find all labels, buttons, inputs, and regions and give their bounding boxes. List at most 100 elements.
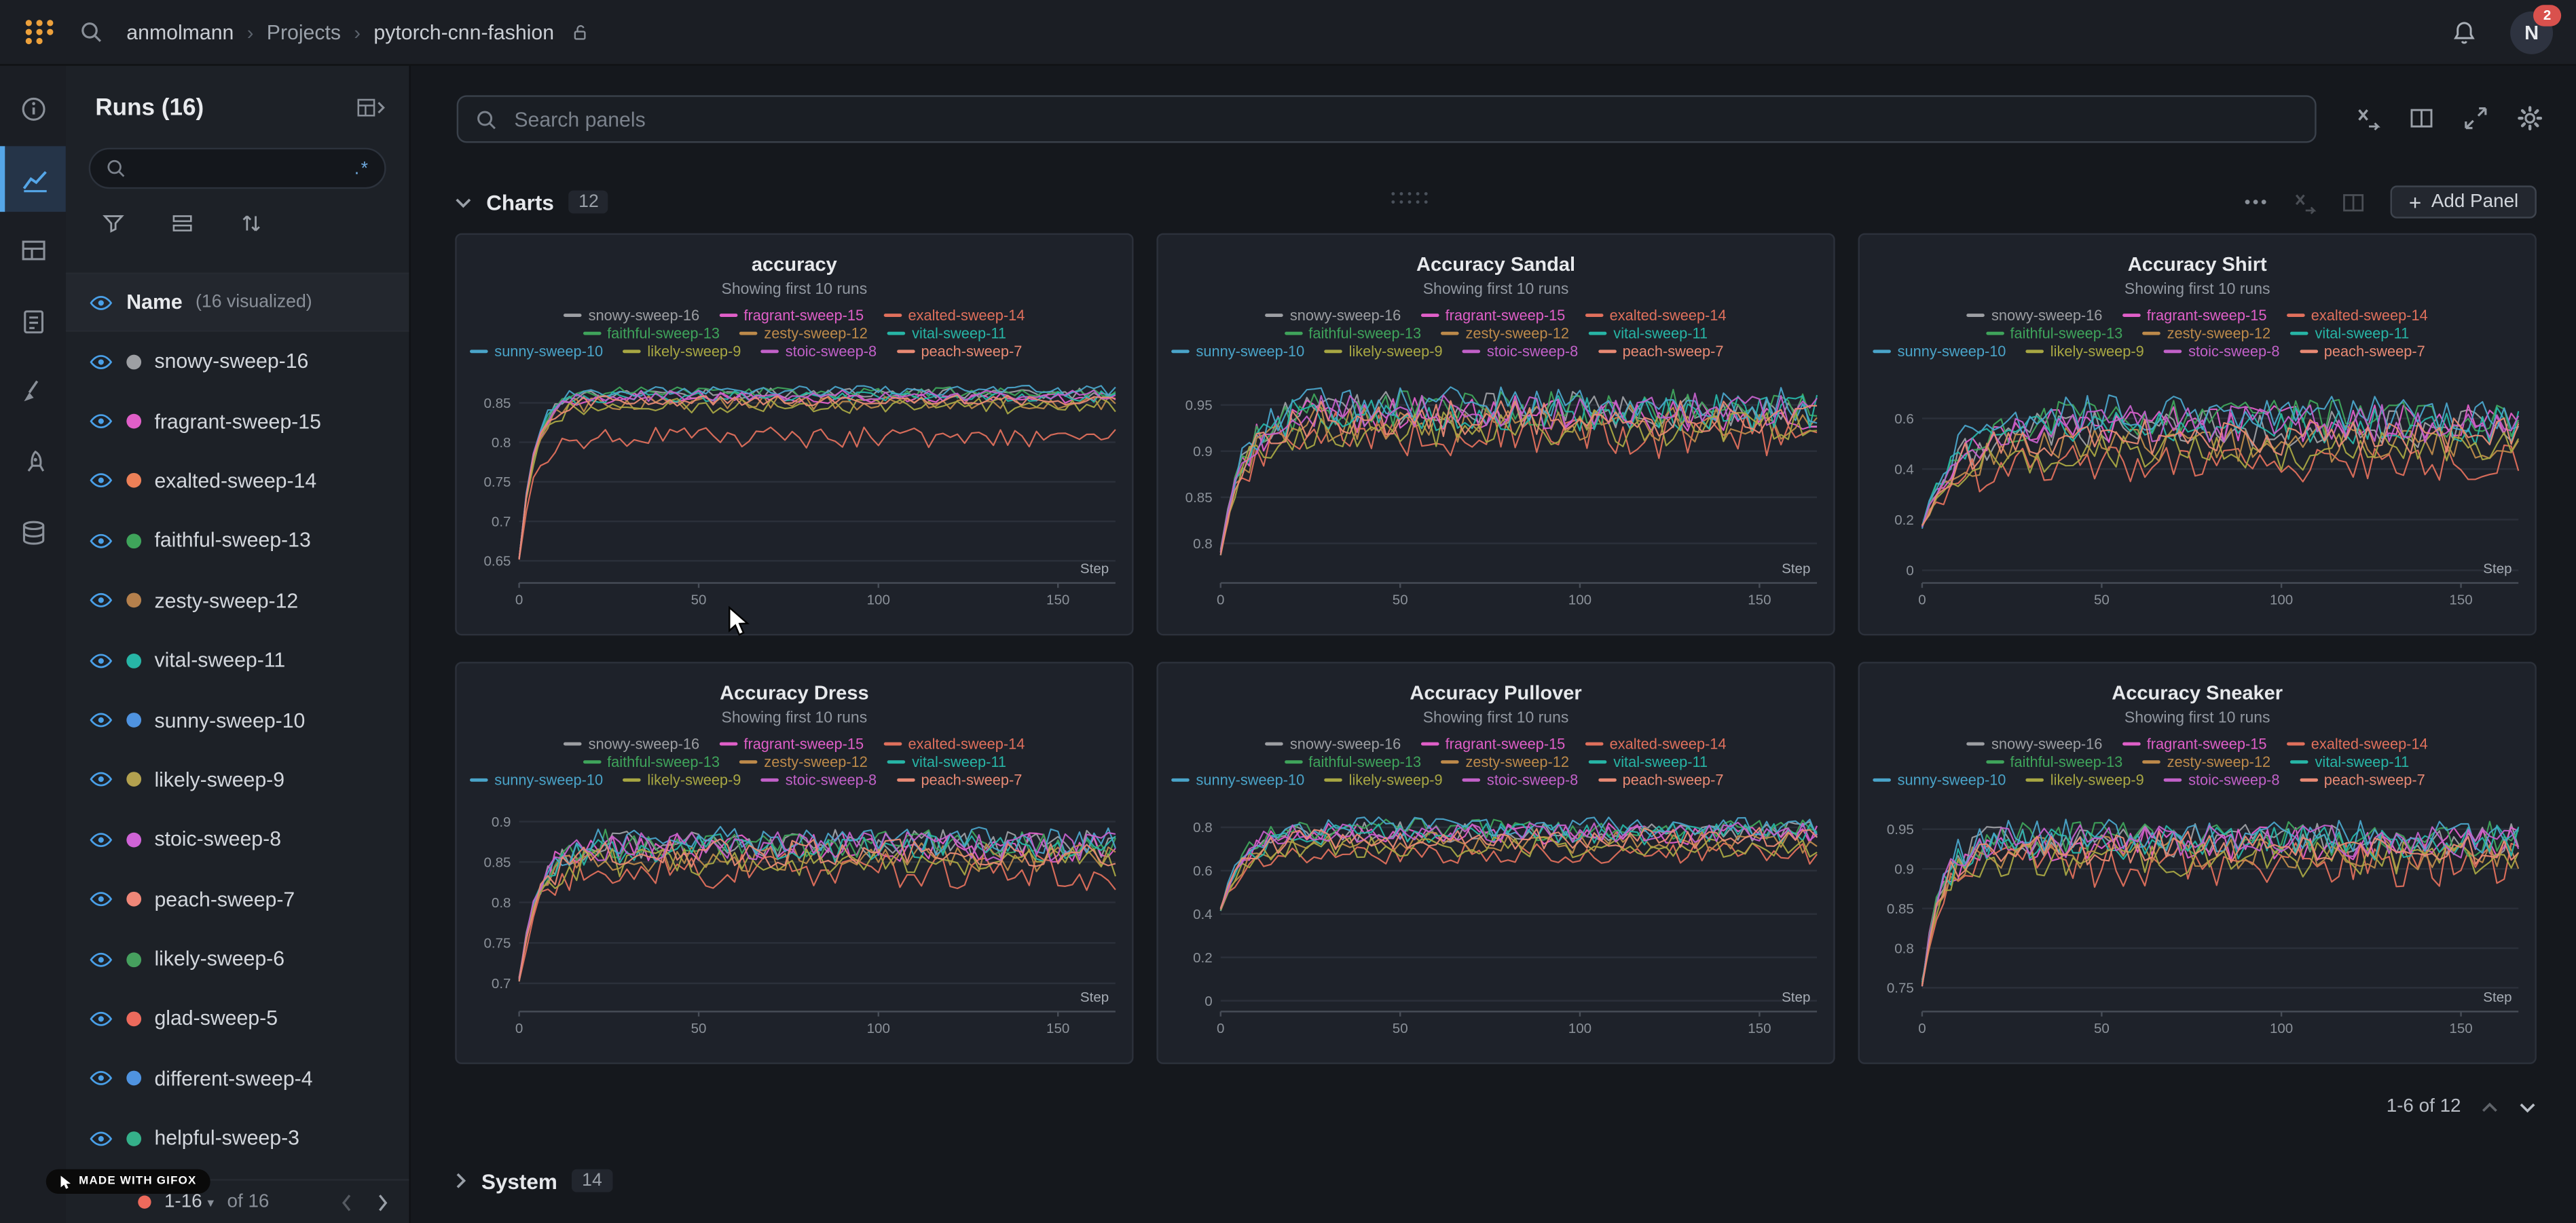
- rail-workspace-icon[interactable]: [0, 146, 66, 212]
- run-row[interactable]: peach-sweep-7: [66, 869, 409, 929]
- add-panel-label: Add Panel: [2431, 192, 2518, 212]
- legend-label: peach-sweep-7: [921, 771, 1022, 787]
- run-row[interactable]: fragrant-sweep-15: [66, 392, 409, 451]
- chart-panel[interactable]: Accuracy DressShowing first 10 runssnowy…: [455, 662, 1133, 1064]
- run-name[interactable]: likely-sweep-9: [154, 768, 284, 791]
- pagination-total: of 16: [227, 1192, 270, 1212]
- rail-artifacts-icon[interactable]: [0, 500, 66, 565]
- visibility-eye-icon[interactable]: [89, 529, 113, 553]
- rail-launch-icon[interactable]: [0, 429, 66, 495]
- section-more-icon[interactable]: [2245, 199, 2268, 206]
- group-icon[interactable]: [171, 212, 194, 235]
- panel-layout-icon[interactable]: [2408, 105, 2435, 132]
- notifications-bell-icon[interactable]: [2451, 19, 2478, 45]
- breadcrumb-projects[interactable]: Projects: [267, 20, 341, 43]
- chart-panel[interactable]: accuracyShowing first 10 runssnowy-sweep…: [455, 233, 1133, 636]
- run-name[interactable]: fragrant-sweep-15: [154, 410, 320, 433]
- run-row[interactable]: glad-sweep-5: [66, 989, 409, 1049]
- visibility-eye-icon[interactable]: [89, 887, 113, 911]
- panel-search[interactable]: [457, 95, 2317, 143]
- svg-text:Step: Step: [1080, 990, 1109, 1005]
- run-row[interactable]: vital-sweep-11: [66, 631, 409, 690]
- regex-toggle[interactable]: .*: [354, 158, 370, 178]
- run-name[interactable]: sunny-sweep-10: [154, 709, 305, 732]
- zoom-expand-icon[interactable]: [2463, 105, 2489, 132]
- visibility-eye-icon[interactable]: [89, 648, 113, 673]
- visibility-eye-icon[interactable]: [89, 1006, 113, 1031]
- rail-sweeps-icon[interactable]: [0, 358, 66, 424]
- breadcrumb-user[interactable]: anmolmann: [126, 20, 234, 43]
- run-name[interactable]: glad-sweep-5: [154, 1007, 278, 1030]
- charts-section-label[interactable]: Charts: [486, 189, 554, 214]
- run-row[interactable]: likely-sweep-9: [66, 750, 409, 810]
- runs-header-row[interactable]: Name (16 visualized): [66, 273, 409, 332]
- page-size-selector[interactable]: 1-16 ▾: [164, 1192, 214, 1212]
- legend-swatch-icon: [887, 759, 906, 763]
- page-down-icon[interactable]: [2518, 1101, 2537, 1112]
- run-name[interactable]: likely-sweep-6: [154, 947, 284, 971]
- chart-panel[interactable]: Accuracy ShirtShowing first 10 runssnowy…: [1858, 233, 2537, 636]
- rail-overview-icon[interactable]: [0, 75, 66, 141]
- add-panel-button[interactable]: + Add Panel: [2391, 185, 2537, 218]
- visibility-eye-icon[interactable]: [89, 588, 113, 613]
- wandb-logo[interactable]: [23, 18, 56, 46]
- visibility-eye-icon[interactable]: [89, 350, 113, 374]
- x-axis-icon[interactable]: [2354, 105, 2380, 132]
- system-section-label[interactable]: System: [481, 1169, 557, 1193]
- run-name[interactable]: helpful-sweep-3: [154, 1127, 299, 1150]
- visibility-eye-icon[interactable]: [89, 1066, 113, 1091]
- visibility-eye-icon[interactable]: [89, 768, 113, 792]
- run-row[interactable]: zesty-sweep-12: [66, 571, 409, 631]
- section-panel-layout-icon[interactable]: [2342, 189, 2366, 214]
- visibility-eye-icon[interactable]: [89, 409, 113, 434]
- section-x-axis-icon[interactable]: [2292, 189, 2317, 214]
- runs-search-input[interactable]: [136, 155, 344, 182]
- run-row[interactable]: likely-sweep-6: [66, 929, 409, 989]
- visibility-eye-icon[interactable]: [89, 827, 113, 852]
- chart-panel[interactable]: Accuracy PulloverShowing first 10 runssn…: [1156, 662, 1835, 1064]
- run-row[interactable]: helpful-sweep-3: [66, 1108, 409, 1168]
- page-up-icon[interactable]: [2481, 1101, 2499, 1112]
- run-row[interactable]: snowy-sweep-16: [66, 332, 409, 392]
- visibility-eye-icon[interactable]: [89, 1126, 113, 1150]
- visibility-all-eye-icon[interactable]: [89, 290, 113, 314]
- settings-gear-icon[interactable]: [2517, 105, 2543, 132]
- chart-panel[interactable]: Accuracy SneakerShowing first 10 runssno…: [1858, 662, 2537, 1064]
- rail-table-icon[interactable]: [0, 217, 66, 282]
- run-row[interactable]: stoic-sweep-8: [66, 810, 409, 869]
- visibility-eye-icon[interactable]: [89, 947, 113, 971]
- breadcrumb-separator: ›: [247, 20, 254, 43]
- runs-search[interactable]: .*: [89, 148, 386, 189]
- panel-search-input[interactable]: [511, 106, 2298, 132]
- run-name[interactable]: different-sweep-4: [154, 1067, 312, 1090]
- run-name[interactable]: exalted-sweep-14: [154, 470, 316, 493]
- run-name[interactable]: faithful-sweep-13: [154, 529, 310, 552]
- run-name[interactable]: snowy-sweep-16: [154, 350, 308, 373]
- run-name[interactable]: zesty-sweep-12: [154, 589, 298, 612]
- runs-table-expand-icon[interactable]: [356, 97, 386, 120]
- chevron-right-icon[interactable]: [455, 1173, 466, 1189]
- run-name[interactable]: stoic-sweep-8: [154, 828, 281, 851]
- filter-icon[interactable]: [102, 212, 125, 235]
- run-row[interactable]: exalted-sweep-14: [66, 451, 409, 511]
- user-avatar[interactable]: N 2: [2510, 11, 2553, 54]
- svg-text:Step: Step: [1782, 990, 1810, 1005]
- chart-panel[interactable]: Accuracy SandalShowing first 10 runssnow…: [1156, 233, 1835, 636]
- sort-icon[interactable]: [240, 212, 263, 235]
- visibility-eye-icon[interactable]: [89, 469, 113, 493]
- legend-swatch-icon: [1324, 778, 1342, 781]
- visibility-eye-icon[interactable]: [89, 708, 113, 732]
- breadcrumb-project[interactable]: pytorch-cnn-fashion: [373, 20, 554, 43]
- chevron-down-icon[interactable]: [455, 196, 471, 208]
- run-row[interactable]: different-sweep-4: [66, 1049, 409, 1108]
- run-row[interactable]: faithful-sweep-13: [66, 511, 409, 571]
- run-color-dot: [126, 1131, 141, 1146]
- next-page-icon[interactable]: [376, 1193, 389, 1211]
- prev-page-icon[interactable]: [340, 1193, 353, 1211]
- run-name[interactable]: peach-sweep-7: [154, 888, 295, 911]
- legend-swatch-icon: [1284, 331, 1302, 335]
- run-row[interactable]: sunny-sweep-10: [66, 690, 409, 750]
- global-search-icon[interactable]: [79, 20, 103, 44]
- rail-reports-icon[interactable]: [0, 287, 66, 353]
- run-name[interactable]: vital-sweep-11: [154, 649, 285, 672]
